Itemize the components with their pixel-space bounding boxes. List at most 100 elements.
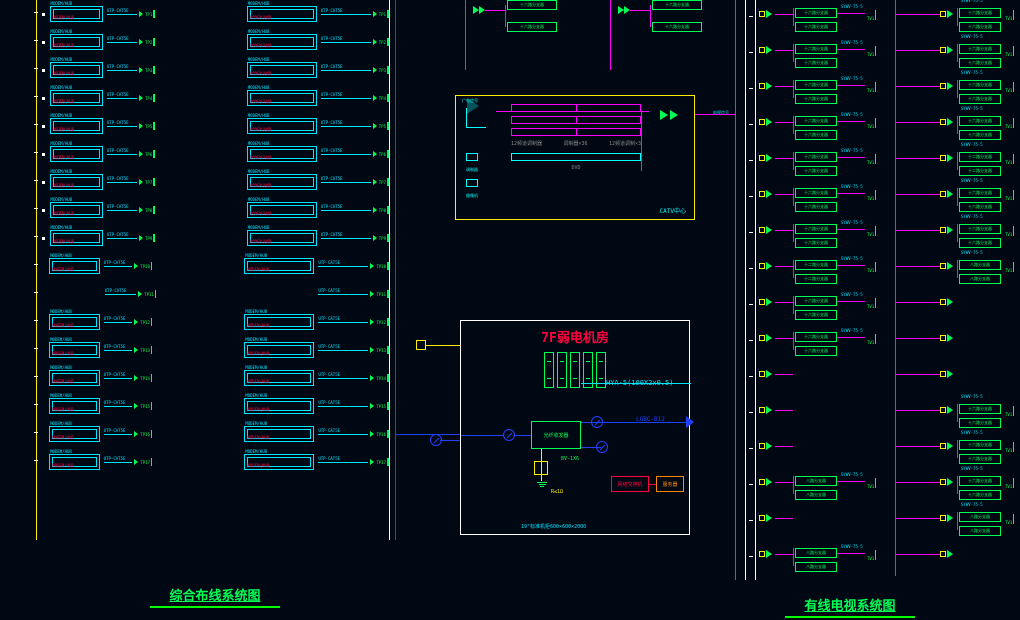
utp-wire: UTP-CAT5E	[318, 462, 368, 463]
modem-hub-module: MODEM/HUBMODEM/HUB	[247, 90, 317, 106]
outlet-arrow-icon	[139, 151, 143, 157]
coax-drop	[793, 116, 794, 134]
line-amplifier	[940, 226, 953, 234]
junction-box-icon	[416, 340, 426, 350]
left-riser-yellow	[36, 0, 37, 540]
coax-drop	[957, 152, 958, 170]
modulator-stack: 12频道调制器 调制器×36 12频道调制×3 DVD	[511, 104, 641, 171]
outlet-arrow-icon	[134, 263, 138, 269]
splitter-box: 十六路分支器	[959, 58, 1001, 68]
outlet-arrow-icon	[373, 67, 377, 73]
line-amplifier	[940, 190, 953, 198]
tv-port-label: TV1	[1005, 88, 1012, 93]
left-riser-blue	[395, 0, 396, 540]
modem-hub-module: MODEM/HUBMODEM/HUB	[49, 398, 100, 414]
outlet-label: TP3	[145, 68, 152, 73]
outlet-pin-icon	[151, 262, 152, 270]
modem-hub-module: MODEM/HUBMODEM/HUB	[244, 454, 314, 470]
coax-drop	[957, 188, 958, 206]
tv-port-label: TV1	[867, 304, 874, 309]
splitter-box: 十六路分支器	[959, 202, 1001, 212]
coax-drop	[957, 224, 958, 242]
wiring-row: MODEM/HUBMODEM/HUBUTP-CAT5ETP14MODEM/HUB…	[40, 364, 389, 392]
tv-outlet-pin-icon	[875, 10, 876, 20]
coax-wire	[837, 481, 865, 482]
coax-drop	[957, 8, 958, 26]
floor-tick	[34, 236, 38, 237]
splitter-box: 八路分支器	[959, 274, 1001, 284]
floor-tick	[34, 460, 38, 461]
tv-port-label: TV1	[867, 340, 874, 345]
utp-wire: UTP-CAT5E	[321, 210, 371, 211]
catv-trunk-v	[735, 0, 736, 580]
outlet-label: TP3	[379, 68, 386, 73]
coax-drop	[957, 404, 958, 422]
coax-wire	[837, 301, 865, 302]
outlet-label: TP8	[379, 208, 386, 213]
coax-label: SYWV-75-5	[841, 472, 863, 477]
line-amplifier	[940, 118, 953, 126]
splitter-box: 十六路分支器	[795, 166, 837, 176]
modem-hub-module: MODEM/HUBMODEM/HUB	[49, 370, 100, 386]
tv-outlet-pin-icon	[875, 298, 876, 308]
tv-floor-row: 八路分支器八路分支器SYWV-75-5TV1十六路分支器十六路分支器SYWV-7…	[745, 468, 1020, 504]
tv-outlet-pin-icon	[1013, 226, 1014, 236]
tv-port-label: TV1	[1005, 484, 1012, 489]
floor-tick	[749, 520, 753, 521]
splitter-box: 十六路分支器	[959, 476, 1001, 486]
floor-tick	[34, 348, 38, 349]
splitter-box: 十六路分支器	[795, 188, 837, 198]
tv-outlet-pin-icon	[875, 550, 876, 560]
coax-label: SYWV-75-5	[841, 328, 863, 333]
tv-port-label: TV1	[1005, 412, 1012, 417]
utp-wire: UTP-CAT5E	[321, 42, 371, 43]
line-amplifier	[940, 370, 953, 378]
utp-wire: UTP-CAT5E	[107, 182, 137, 183]
device-dot-icon	[42, 237, 45, 240]
outlet-label: TP16	[140, 432, 150, 437]
outlet-pin-icon	[387, 38, 389, 46]
splitter-box: 十六路分支器	[795, 238, 837, 248]
utp-wire: UTP-CAT5E	[318, 294, 368, 295]
splitter-box: 十六路分支器	[795, 116, 837, 126]
coax-wire	[650, 5, 651, 27]
hya-label: HYA-5(100X2x0.5)	[606, 379, 673, 387]
outlet-pin-icon	[387, 206, 389, 214]
tv-port-label: TV1	[1005, 268, 1012, 273]
wiring-row: MODEM/HUBMODEM/HUBUTP-CAT5ETP3MODEM/HUBM…	[40, 56, 389, 84]
utp-wire: UTP-CAT5E	[104, 434, 133, 435]
splitter-box: 十六路分支器	[795, 44, 837, 54]
line-amplifier	[759, 118, 772, 126]
line-amplifier	[940, 46, 953, 54]
coax-drop	[793, 8, 794, 26]
wiring-row: MODEM/HUBMODEM/HUBUTP-CAT5ETP4MODEM/HUBM…	[40, 84, 389, 112]
coax-wire	[895, 50, 940, 51]
tv-floor-row	[745, 360, 1020, 396]
coax-drop	[957, 260, 958, 278]
tv-system-block: 十六路分支器十六路分支器SYWV-75-5TV1十六路分支器十六路分支器SYWV…	[745, 0, 1020, 580]
floor-tick	[34, 12, 38, 13]
coax-drop	[793, 44, 794, 62]
output-amplifier	[660, 110, 678, 120]
wiring-row: MODEM/HUBMODEM/HUBUTP-CAT5ETP15MODEM/HUB…	[40, 392, 389, 420]
device-dot-icon	[42, 69, 45, 72]
outlet-pin-icon	[387, 458, 389, 466]
outlet-pin-icon	[155, 290, 157, 298]
wiring-row: MODEM/HUBMODEM/HUBUTP-CAT5ETP8MODEM/HUBM…	[40, 196, 389, 224]
coax-wire	[775, 266, 793, 267]
tv-port-label: TV1	[867, 484, 874, 489]
utp-wire: UTP-CAT5E	[107, 70, 137, 71]
utp-wire: UTP-CAT5E	[318, 350, 368, 351]
utp-wire: UTP-CAT5E	[318, 322, 368, 323]
splitter-box: 十六路分支器	[959, 80, 1001, 90]
tv-floor-row: 十六路分支器十六路分支器SYWV-75-5TV1十六路分支器十六路分支器SYWV…	[745, 216, 1020, 252]
yellow-wire	[426, 345, 460, 346]
coax-label: SYWV-75-5	[841, 4, 863, 9]
splitter-box: 十六路分支器	[795, 332, 837, 342]
cad-canvas[interactable]: MODEM/HUBMODEM/HUBUTP-CAT5ETP1MODEM/HUBM…	[0, 0, 1020, 620]
outlet-pin-icon	[153, 94, 155, 102]
outlet-pin-icon	[151, 458, 152, 466]
floor-tick	[34, 152, 38, 153]
amplifier-icon	[618, 6, 630, 14]
floor-tick	[34, 320, 38, 321]
